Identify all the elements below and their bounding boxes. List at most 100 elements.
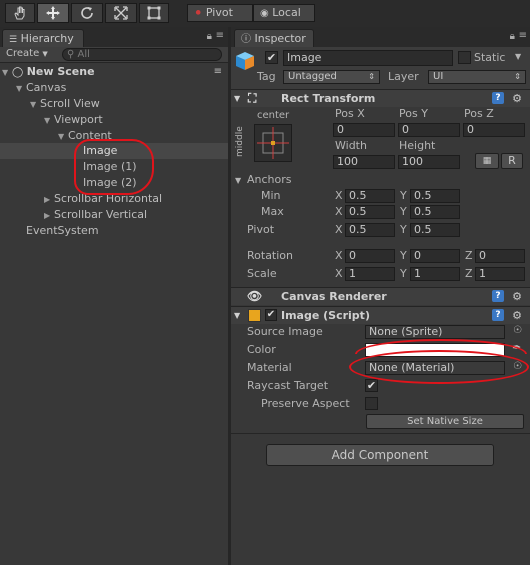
scene-menu-icon[interactable]: ≡ [214, 64, 222, 80]
expand-arrow-icon[interactable]: ▼ [2, 65, 12, 81]
hierarchy-item-scroll-view[interactable]: ▼ Scroll View [30, 96, 100, 112]
lock-icon[interactable]: 🔒︎ [510, 31, 515, 42]
max-y-field[interactable]: 0.5 [410, 205, 460, 219]
canvas-renderer-header[interactable]: 👁︎ Canvas Renderer ? ⚙ [231, 287, 530, 305]
help-icon[interactable]: ? [492, 92, 504, 104]
hierarchy-item-eventsystem[interactable]: EventSystem [26, 223, 99, 239]
active-checkbox[interactable]: ✔ [265, 51, 278, 64]
scale-y-value: 1 [414, 267, 421, 280]
width-field[interactable]: 100 [333, 155, 395, 169]
scale-z-axis: Z [465, 267, 473, 280]
tab-hierarchy[interactable]: ☰ Hierarchy [2, 29, 84, 47]
pos-y-field[interactable]: 0 [398, 123, 460, 137]
pivot-toggle[interactable]: ⚫︎ Pivot [187, 4, 253, 22]
panel-menu-icon[interactable]: ≡ [519, 30, 527, 41]
expand-arrow-icon[interactable]: ▼ [58, 129, 68, 145]
max-x-field[interactable]: 0.5 [345, 205, 395, 219]
rot-y-field[interactable]: 0 [410, 249, 460, 263]
blueprint-mode-button[interactable]: ▦ [475, 153, 499, 169]
min-y-axis: Y [400, 189, 407, 202]
help-icon[interactable]: ? [492, 309, 504, 321]
expand-arrow-icon[interactable]: ▼ [16, 81, 26, 97]
hierarchy-item-scrollbar-vertical[interactable]: ▶ Scrollbar Vertical [44, 207, 147, 223]
hierarchy-search[interactable]: ⚲ All [62, 48, 222, 61]
collapse-arrow-icon[interactable]: ▶ [44, 192, 54, 208]
local-toggle[interactable]: ◉ Local [253, 4, 315, 22]
expand-arrow-icon[interactable]: ▼ [44, 113, 54, 129]
object-name: Image [287, 51, 322, 64]
hierarchy-item-image-2[interactable]: Image (2) [83, 175, 137, 191]
object-name-field[interactable]: Image [283, 50, 453, 66]
hierarchy-item-scrollbar-horizontal[interactable]: ▶ Scrollbar Horizontal [44, 191, 162, 207]
rot-x-field[interactable]: 0 [345, 249, 395, 263]
image-script-header[interactable]: ▼ ✔ Image (Script) ? ⚙ [231, 306, 530, 324]
min-y-value: 0.5 [414, 189, 432, 202]
source-image-field[interactable]: None (Sprite) [365, 325, 505, 339]
color-swatch[interactable] [365, 343, 505, 357]
min-x-field[interactable]: 0.5 [345, 189, 395, 203]
anchor-preset-side-label: middle [235, 126, 245, 157]
create-dropdown[interactable]: Create ▼ [6, 48, 48, 59]
scale-x-field[interactable]: 1 [345, 267, 395, 281]
rotate-tool-button[interactable] [71, 3, 103, 23]
pos-z-field[interactable]: 0 [463, 123, 525, 137]
object-picker-icon[interactable]: ☉ [513, 325, 522, 336]
lock-icon[interactable]: 🔒︎ [207, 31, 212, 42]
layer-dropdown[interactable]: UI ⇕ [428, 70, 526, 84]
material-field[interactable]: None (Material) [365, 361, 505, 375]
tag-label: Tag [257, 70, 276, 83]
anchors-foldout-arrow-icon[interactable]: ▼ [235, 176, 241, 185]
raw-edit-button[interactable]: R [501, 153, 523, 169]
anchor-preset-icon [257, 127, 289, 159]
static-checkbox[interactable] [458, 51, 471, 64]
tab-inspector[interactable]: ⓘ Inspector [234, 29, 314, 47]
rot-z-field[interactable]: 0 [475, 249, 525, 263]
max-y-axis: Y [400, 205, 407, 218]
eyedropper-icon[interactable]: ✒ [512, 341, 521, 354]
foldout-arrow-icon[interactable]: ▼ [234, 307, 240, 324]
hierarchy-item-canvas[interactable]: ▼ Canvas [16, 80, 66, 96]
pivot-y-field[interactable]: 0.5 [410, 223, 460, 237]
scene-row[interactable]: ▼ ◯ New Scene ≡ [2, 64, 226, 80]
collapse-arrow-icon[interactable]: ▶ [44, 208, 54, 224]
gear-icon[interactable]: ⚙ [512, 288, 522, 305]
max-label: Max [261, 205, 284, 218]
pivot-x-field[interactable]: 0.5 [345, 223, 395, 237]
min-y-field[interactable]: 0.5 [410, 189, 460, 203]
rect-tool-button[interactable] [139, 3, 169, 23]
move-tool-button[interactable] [37, 3, 69, 23]
gear-icon[interactable]: ⚙ [512, 307, 522, 324]
hierarchy-item-viewport[interactable]: ▼ Viewport [44, 112, 103, 128]
hierarchy-tab-icon: ☰ [9, 35, 18, 45]
pos-x-field[interactable]: 0 [333, 123, 395, 137]
raycast-target-checkbox[interactable]: ✔ [365, 379, 378, 392]
image-enabled-checkbox[interactable]: ✔ [265, 309, 277, 321]
expand-arrow-icon[interactable]: ▼ [30, 97, 40, 113]
width-value: 100 [337, 155, 358, 168]
object-picker-icon[interactable]: ☉ [513, 361, 522, 372]
anchor-preset-top-label: center [257, 110, 290, 121]
tag-dropdown[interactable]: Untagged ⇕ [283, 70, 380, 84]
move-icon [46, 6, 60, 20]
gear-icon[interactable]: ⚙ [512, 90, 522, 107]
hierarchy-item-image[interactable]: Image [83, 143, 117, 159]
height-field[interactable]: 100 [398, 155, 460, 169]
scale-z-field[interactable]: 1 [475, 267, 525, 281]
set-native-size-button[interactable]: Set Native Size [366, 414, 524, 429]
scale-tool-button[interactable] [105, 3, 137, 23]
add-component-button[interactable]: Add Component [266, 444, 494, 466]
help-icon[interactable]: ? [492, 290, 504, 302]
anchor-preset-button[interactable] [254, 124, 292, 162]
hand-tool-button[interactable] [5, 3, 35, 23]
static-dropdown-arrow[interactable]: ▼ [515, 52, 521, 61]
preserve-aspect-checkbox[interactable] [365, 397, 378, 410]
panel-menu-icon[interactable]: ≡ [216, 30, 224, 41]
pos-z-value: 0 [467, 123, 474, 136]
item-label: Scrollbar Horizontal [54, 192, 163, 205]
scale-icon [114, 6, 128, 20]
scale-y-field[interactable]: 1 [410, 267, 460, 281]
rect-transform-header[interactable]: ▼ ⛶ Rect Transform ? ⚙ [231, 89, 530, 107]
foldout-arrow-icon[interactable]: ▼ [234, 90, 240, 107]
hierarchy-item-image-1[interactable]: Image (1) [83, 159, 137, 175]
hierarchy-item-content[interactable]: ▼ Content [58, 128, 112, 144]
